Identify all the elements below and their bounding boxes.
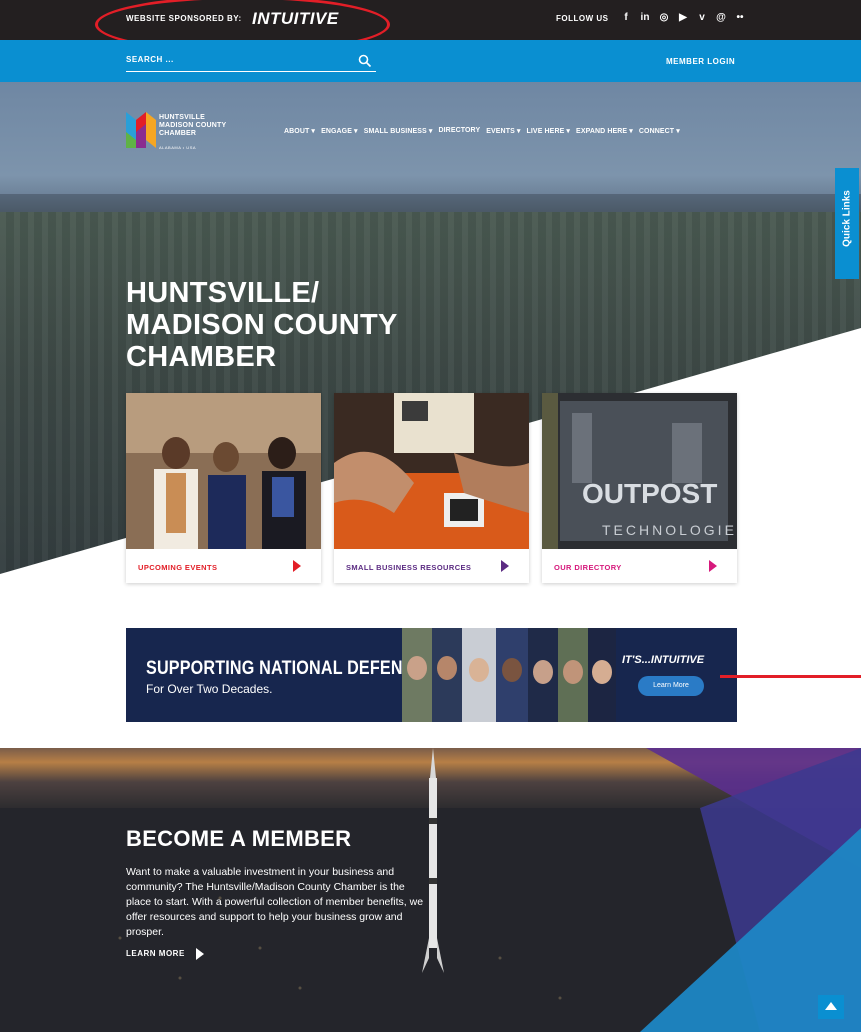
card-arrow-icon xyxy=(293,560,301,572)
svg-text:OUTPOST: OUTPOST xyxy=(582,478,717,509)
nav-label: LIVE HERE xyxy=(526,128,565,135)
svg-text:TECHNOLOGIES: TECHNOLOGIES xyxy=(602,522,737,538)
flickr-icon[interactable]: •• xyxy=(734,11,746,25)
hero-title: HUNTSVILLE/ MADISON COUNTY CHAMBER xyxy=(126,277,398,373)
linkedin-icon[interactable]: in xyxy=(639,11,651,25)
logo-line-1: HUNTSVILLE xyxy=(159,114,205,121)
card-small-business-photo xyxy=(334,393,529,549)
nav-label: CONNECT xyxy=(638,128,675,135)
nav-label: EVENTS xyxy=(486,128,515,135)
annotation-line xyxy=(720,675,861,678)
hero-title-line-1: HUNTSVILLE/ xyxy=(126,277,320,309)
card-label: UPCOMING EVENTS xyxy=(138,563,218,572)
card-directory-photo: OUTPOST TECHNOLOGIES xyxy=(542,393,737,549)
sponsor-banner-ad[interactable]: SUPPORTING NATIONAL DEFENSE For Over Two… xyxy=(126,628,737,722)
nav-label: SMALL BUSINESS xyxy=(363,128,427,135)
nav-item-live-here[interactable]: LIVE HERE ▾ xyxy=(527,127,571,135)
scroll-to-top-button[interactable] xyxy=(818,995,844,1019)
search-placeholder: SEARCH ... xyxy=(126,55,174,64)
banner-subtitle: For Over Two Decades. xyxy=(146,682,273,696)
nav-item-events[interactable]: EVENTS ▾ xyxy=(486,127,520,135)
become-member-section: BECOME A MEMBER Want to make a valuable … xyxy=(0,748,861,1032)
card-upcoming-events[interactable]: UPCOMING EVENTS xyxy=(126,393,321,583)
chamber-logo[interactable]: HUNTSVILLE MADISON COUNTY CHAMBER ALABAM… xyxy=(126,110,236,150)
card-arrow-icon xyxy=(501,560,509,572)
member-login-link[interactable]: MEMBER LOGIN xyxy=(666,57,735,66)
main-nav: ABOUT ▾ ENGAGE ▾ SMALL BUSINESS ▾ DIRECT… xyxy=(284,127,680,135)
nav-label: ENGAGE xyxy=(321,128,353,135)
card-small-business[interactable]: SMALL BUSINESS RESOURCES xyxy=(334,393,529,583)
chamber-logo-mark xyxy=(126,112,156,148)
youtube-icon[interactable]: ▶ xyxy=(677,11,689,25)
nav-item-expand-here[interactable]: EXPAND HERE ▾ xyxy=(576,127,633,135)
facebook-icon[interactable]: f xyxy=(620,11,632,25)
follow-us-label: FOLLOW US xyxy=(556,14,609,23)
rocket-image xyxy=(422,748,444,973)
quick-links-tab[interactable]: Quick Links xyxy=(835,168,859,279)
nav-item-engage[interactable]: ENGAGE ▾ xyxy=(321,127,358,135)
banner-brand: IT'S...INTUITIVE xyxy=(622,654,705,666)
utility-bar: SEARCH ... MEMBER LOGIN xyxy=(0,40,861,82)
card-label: OUR DIRECTORY xyxy=(554,563,622,572)
logo-line-3: CHAMBER xyxy=(159,130,197,137)
logo-subtitle: ALABAMA • USA xyxy=(159,145,197,150)
quick-links-label: Quick Links xyxy=(841,190,853,247)
card-label: SMALL BUSINESS RESOURCES xyxy=(346,563,472,572)
instagram-icon[interactable]: ◎ xyxy=(658,11,670,25)
card-our-directory[interactable]: OUTPOST TECHNOLOGIES OUR DIRECTORY xyxy=(542,393,737,583)
learn-more-link[interactable]: LEARN MORE xyxy=(126,949,185,958)
card-arrow-icon xyxy=(709,560,717,572)
nav-item-connect[interactable]: CONNECT ▾ xyxy=(639,127,680,135)
nav-item-small-business[interactable]: SMALL BUSINESS ▾ xyxy=(364,127,433,135)
banner-learn-more-button[interactable]: Learn More xyxy=(638,676,704,696)
banner-service-members-image xyxy=(402,628,616,722)
play-arrow-icon[interactable] xyxy=(196,948,204,960)
search-input[interactable]: SEARCH ... xyxy=(126,52,376,72)
logo-line-2: MADISON COUNTY xyxy=(159,122,227,129)
banner-title: SUPPORTING NATIONAL DEFENSE xyxy=(146,658,425,679)
nav-label: EXPAND HERE xyxy=(576,128,628,135)
nav-label: ABOUT xyxy=(284,128,310,135)
card-events-photo xyxy=(126,393,321,549)
hero-title-line-2: MADISON COUNTY xyxy=(126,309,398,341)
hero-title-line-3: CHAMBER xyxy=(126,341,277,373)
nav-item-directory[interactable]: DIRECTORY xyxy=(438,127,480,135)
chamber-logo-text: HUNTSVILLE MADISON COUNTY CHAMBER xyxy=(159,114,226,138)
social-links: f in ◎ ▶ v @ •• xyxy=(620,11,746,25)
threads-icon[interactable]: @ xyxy=(715,11,727,25)
nav-item-about[interactable]: ABOUT ▾ xyxy=(284,127,315,135)
vimeo-icon[interactable]: v xyxy=(696,11,708,25)
search-icon[interactable] xyxy=(358,54,372,68)
member-title: BECOME A MEMBER xyxy=(126,826,352,851)
nav-label: DIRECTORY xyxy=(438,127,481,134)
member-description: Want to make a valuable investment in yo… xyxy=(126,866,424,938)
